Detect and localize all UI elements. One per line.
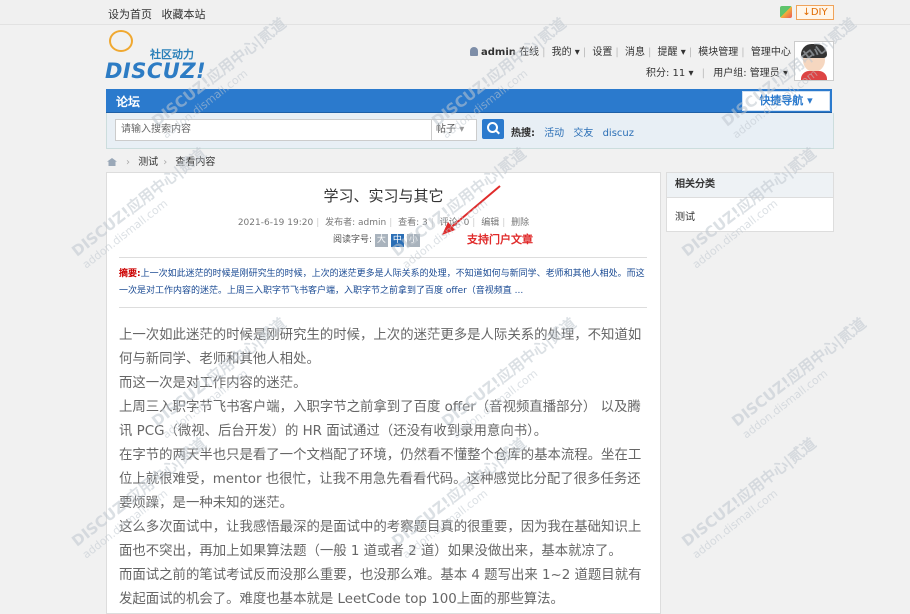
summary-label: 摘要: <box>119 269 141 279</box>
bookmark-link[interactable]: 收藏本站 <box>162 8 206 21</box>
font-small-button[interactable]: 小 <box>406 234 420 247</box>
hot-search: 热搜: 活动 交友 discuz <box>511 124 640 139</box>
online-status[interactable]: 在线 <box>519 47 539 58</box>
article-date: 2021-6-19 19:20 <box>237 218 314 228</box>
logo-text: DISCUZ! <box>105 59 207 83</box>
points-menu[interactable]: 积分: 11 <box>646 68 685 79</box>
font-large-button[interactable]: 大 <box>374 234 388 247</box>
hot-term-discuz[interactable]: discuz <box>603 128 634 139</box>
user-menu: admin 在线 | 我的 ▾ | 设置 | 消息 | 提醒 ▾ | 模块管理 | 管理中心… <box>470 43 823 58</box>
article-paragraph: 在字节的两天半也只是看了一个文档配了环境，仍然看不懂整个仓库的基本流程。坐在工位… <box>119 448 642 511</box>
search-button[interactable] <box>482 119 504 139</box>
divider <box>119 307 647 308</box>
article-panel: 学习、实习与其它 2021-6-19 19:20 | 发布者: admin | 查看… <box>106 172 661 614</box>
article-views: 查看: 3 <box>398 218 428 228</box>
summary-text: 上一次如此迷茫的时候是刚研究生的时候，上次的迷茫更多是人际关系的处理，不知道如何… <box>119 269 645 296</box>
home-icon[interactable] <box>107 158 117 166</box>
article-paragraph: 而这一次是对工作内容的迷茫。 <box>119 376 307 391</box>
breadcrumb-category[interactable]: 测试 <box>138 157 158 168</box>
avatar-hair <box>801 44 827 58</box>
hot-term-activity[interactable]: 活动 <box>544 128 564 139</box>
block-manage-link[interactable]: 模块管理 <box>698 47 738 58</box>
settings-link[interactable]: 设置 <box>592 47 612 58</box>
top-bar: 设为首页 收藏本站 ↓DIY <box>0 0 910 25</box>
search-bar: 请输入搜索内容 帖子 ▾ 热搜: 活动 交友 discuz <box>106 113 834 149</box>
related-category-item[interactable]: 测试 <box>667 198 833 233</box>
hot-search-label: 热搜: <box>511 128 535 139</box>
username-link[interactable]: admin <box>481 47 516 58</box>
watermark: DISCUZ!应用中心|贰道 addon.dismall.com <box>678 434 820 562</box>
divider <box>119 257 647 258</box>
quick-nav-button[interactable]: 快捷导航 ▾ <box>742 91 830 111</box>
main-nav: 论坛 快捷导航 ▾ <box>106 89 832 113</box>
article-meta: 2021-6-19 19:20 | 发布者: admin | 查看: 3 | 评论: … <box>237 218 530 228</box>
hot-term-dating[interactable]: 交友 <box>573 128 593 139</box>
search-input[interactable]: 请输入搜索内容 <box>115 119 432 141</box>
article-paragraph: 上一次如此迷茫的时候是刚研究生的时候，上次的迷茫更多是人际关系的处理，不知道如何… <box>119 328 642 367</box>
diy-button[interactable]: ↓DIY <box>796 5 834 20</box>
breadcrumb: › 测试 › 查看内容 <box>107 153 215 168</box>
article-paragraph: 上周三入职字节飞书客户端，入职字节之前拿到了百度 offer（音视频直播部分） … <box>119 400 641 439</box>
font-size-switcher: 阅读字号: 大中小 <box>333 232 423 247</box>
admin-center-link[interactable]: 管理中心 <box>751 47 791 58</box>
breadcrumb-current: 查看内容 <box>175 157 216 168</box>
article-paragraph: 这么多次面试中，让我感悟最深的是面试中的考察题目真的很重要，因为我在基础知识上面… <box>119 520 642 559</box>
article-summary: 摘要:上一次如此迷茫的时候是刚研究生的时候，上次的迷茫更多是人际关系的处理，不知… <box>119 266 647 300</box>
avatar[interactable] <box>794 41 834 81</box>
search-type-select[interactable]: 帖子 ▾ <box>432 119 477 141</box>
article-paragraph: 而面试之前的笔试考试反而没那么重要，也没那么难。基本 4 题写出来 1~2 道题… <box>119 568 642 607</box>
article-body: 上一次如此迷茫的时候是刚研究生的时候，上次的迷茫更多是人际关系的处理，不知道如何… <box>119 324 647 612</box>
logo-bubble-icon <box>109 30 133 52</box>
app-icon[interactable] <box>780 6 792 18</box>
user-icon <box>470 47 478 56</box>
font-medium-button[interactable]: 中 <box>390 234 404 247</box>
set-home-link[interactable]: 设为首页 <box>108 8 152 21</box>
reminders-link[interactable]: 提醒 <box>658 47 678 58</box>
article-title: 学习、实习与其它 <box>323 187 444 205</box>
font-size-label: 阅读字号: <box>333 235 373 245</box>
related-category-panel: 相关分类 测试 <box>666 172 834 232</box>
nav-forum[interactable]: 论坛 <box>116 93 140 110</box>
avatar-body <box>801 71 827 80</box>
article-author[interactable]: 发布者: admin <box>325 218 386 228</box>
top-links: 设为首页 收藏本站 <box>108 6 212 22</box>
annotation-arrow-icon <box>442 185 501 235</box>
delete-link[interactable]: 删除 <box>511 218 529 228</box>
messages-link[interactable]: 消息 <box>625 47 645 58</box>
watermark: DISCUZ!应用中心|贰道 addon.dismall.com <box>728 314 870 442</box>
related-category-header: 相关分类 <box>667 173 833 198</box>
user-stats: 积分: 11 ▾ | 用户组: 管理员 ▾ <box>646 68 788 79</box>
usergroup-menu[interactable]: 用户组: 管理员 <box>713 68 780 79</box>
my-menu[interactable]: 我的 <box>552 47 572 58</box>
